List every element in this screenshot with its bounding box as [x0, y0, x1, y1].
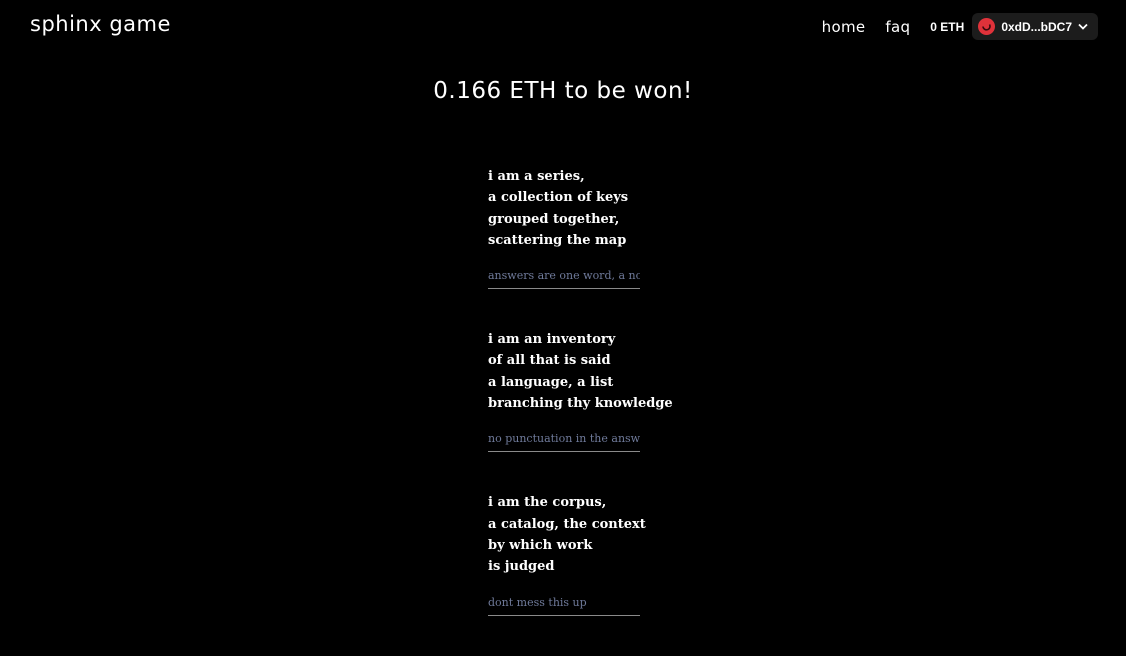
wallet-address: 0xdD...bDC7 — [1001, 19, 1072, 34]
riddle-line: i am the corpus, — [488, 495, 607, 511]
wallet-button[interactable]: 0xdD...bDC7 — [972, 13, 1098, 40]
riddle-line: is judged — [488, 559, 555, 575]
riddle-line: a catalog, the context — [488, 516, 646, 532]
riddle-line: by which work — [488, 537, 593, 553]
riddle-line: of all that is said — [488, 353, 611, 369]
chevron-down-icon — [1078, 23, 1088, 30]
nav-faq-link[interactable]: faq — [885, 18, 910, 36]
answer-input-1[interactable] — [488, 266, 640, 290]
answer-input-3[interactable] — [488, 592, 640, 616]
riddle-line: grouped together, — [488, 211, 620, 227]
nav-home-link[interactable]: home — [822, 18, 866, 36]
riddle-1: i am a series, a collection of keys grou… — [488, 166, 668, 290]
logo[interactable]: sphinx game — [30, 12, 171, 36]
nav: home faq 0 ETH 0xdD...bDC7 — [822, 13, 1098, 40]
riddle-line: i am an inventory — [488, 332, 616, 348]
riddle-list: i am a series, a collection of keys grou… — [488, 166, 673, 656]
riddle-line: branching thy knowledge — [488, 396, 673, 412]
riddle-line: a language, a list — [488, 374, 614, 390]
riddle-2: i am an inventory of all that is said a … — [488, 329, 673, 453]
header: sphinx game home faq 0 ETH 0xdD...bDC7 — [0, 0, 1126, 54]
eth-balance: 0 ETH — [930, 19, 965, 34]
riddle-line: a collection of keys — [488, 190, 629, 206]
answer-input-2[interactable] — [488, 429, 640, 453]
prize-heading: 0.166 ETH to be won! — [433, 78, 693, 104]
riddle-line: scattering the map — [488, 232, 627, 248]
wallet-avatar-icon — [978, 18, 996, 35]
riddle-3: i am the corpus, a catalog, the context … — [488, 492, 668, 616]
riddle-line: i am a series, — [488, 169, 585, 184]
